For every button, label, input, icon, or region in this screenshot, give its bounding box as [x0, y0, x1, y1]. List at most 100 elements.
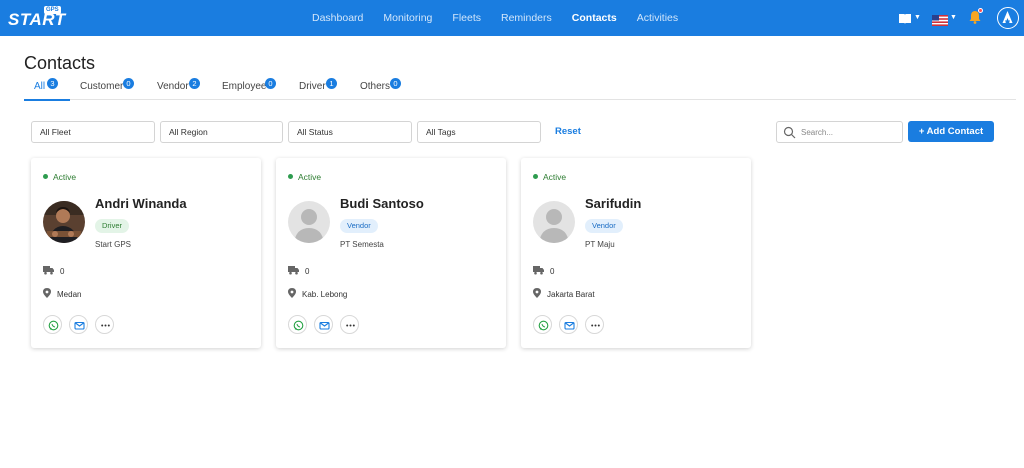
- main-nav: Dashboard Monitoring Fleets Reminders Co…: [312, 0, 698, 36]
- contact-card[interactable]: Active Budi Santoso Vendor PT Semesta 0 …: [276, 158, 506, 348]
- company-name: PT Semesta: [340, 240, 384, 249]
- company-name: PT Maju: [585, 240, 615, 249]
- us-flag-icon: [932, 15, 948, 26]
- tab-customer[interactable]: Customer 0: [80, 78, 134, 92]
- start-gps-logo[interactable]: START GPS: [8, 6, 65, 30]
- logo-badge: GPS: [44, 6, 61, 14]
- more-options-button[interactable]: [95, 315, 114, 334]
- tab-count-badge: 2: [189, 78, 200, 89]
- status-dot: [288, 174, 293, 179]
- user-avatar-icon[interactable]: [997, 7, 1019, 29]
- nav-monitoring[interactable]: Monitoring: [383, 12, 432, 24]
- tab-vendor[interactable]: Vendor 2: [157, 78, 200, 92]
- more-horizontal-icon: [346, 324, 355, 327]
- nav-fleets[interactable]: Fleets: [452, 12, 481, 24]
- vehicle-count-row: 0: [288, 266, 309, 276]
- tab-label: Customer: [80, 81, 124, 92]
- region-filter[interactable]: All Region: [160, 121, 283, 143]
- vehicle-count: 0: [305, 267, 310, 276]
- tab-label: Others: [360, 81, 391, 92]
- email-button[interactable]: [559, 315, 578, 334]
- status-dot: [43, 174, 48, 179]
- whatsapp-icon: [293, 320, 304, 331]
- whatsapp-button[interactable]: [533, 315, 552, 334]
- status-filter[interactable]: All Status: [288, 121, 412, 143]
- active-tab-indicator: [24, 99, 70, 101]
- contact-name: Sarifudin: [585, 196, 642, 211]
- vehicle-count-row: 0: [533, 266, 554, 276]
- contact-card[interactable]: Active Sarifudin Vendor PT Maju 0 Jakart…: [521, 158, 751, 348]
- mail-icon: [564, 321, 575, 330]
- tab-others[interactable]: Others 0: [360, 78, 401, 92]
- search-icon: [783, 126, 796, 139]
- whatsapp-icon: [538, 320, 549, 331]
- tab-count-badge: 3: [47, 78, 58, 89]
- tab-count-badge: 0: [390, 78, 401, 89]
- whatsapp-icon: [48, 320, 59, 331]
- vehicle-count-row: 0: [43, 266, 64, 276]
- location-text: Kab. Lebong: [302, 290, 348, 299]
- truck-icon: [533, 266, 544, 275]
- search-input[interactable]: [801, 125, 899, 139]
- default-avatar-icon: [533, 201, 575, 243]
- nav-activities[interactable]: Activities: [637, 12, 678, 24]
- map-pin-icon: [288, 288, 296, 298]
- email-button[interactable]: [314, 315, 333, 334]
- mail-icon: [319, 321, 330, 330]
- location-row: Medan: [43, 288, 81, 299]
- language-menu[interactable]: ▼: [932, 13, 957, 31]
- contact-tabs: All 3 Customer 0 Vendor 2 Employee 0 Dri…: [24, 78, 1016, 101]
- tab-label: Driver: [299, 81, 326, 92]
- role-badge: Driver: [95, 219, 129, 233]
- status-dot: [533, 174, 538, 179]
- location-text: Jakarta Barat: [547, 290, 595, 299]
- more-options-button[interactable]: [585, 315, 604, 334]
- status-label: Active: [53, 172, 77, 182]
- status-label: Active: [543, 172, 567, 182]
- add-contact-button[interactable]: + Add Contact: [908, 121, 994, 142]
- default-avatar-icon: [288, 201, 330, 243]
- contact-card[interactable]: Active Andri Winanda Driver Start GPS 0 …: [31, 158, 261, 348]
- company-name: Start GPS: [95, 240, 132, 249]
- nav-contacts[interactable]: Contacts: [572, 12, 617, 24]
- top-navbar: START GPS Dashboard Monitoring Fleets Re…: [0, 0, 1024, 36]
- more-options-button[interactable]: [340, 315, 359, 334]
- nav-dashboard[interactable]: Dashboard: [312, 12, 363, 24]
- truck-icon: [288, 266, 299, 275]
- location-text: Medan: [57, 290, 82, 299]
- tags-filter[interactable]: All Tags: [417, 121, 541, 143]
- contact-name: Budi Santoso: [340, 196, 424, 211]
- tab-count-badge: 0: [123, 78, 134, 89]
- email-button[interactable]: [69, 315, 88, 334]
- chevron-down-icon: ▼: [950, 14, 957, 21]
- more-horizontal-icon: [101, 324, 110, 327]
- reset-button[interactable]: Reset: [555, 126, 581, 137]
- nav-reminders[interactable]: Reminders: [501, 12, 552, 24]
- tab-label: Employee: [222, 81, 267, 92]
- notifications-button[interactable]: [969, 8, 983, 29]
- whatsapp-button[interactable]: [288, 315, 307, 334]
- tab-employee[interactable]: Employee 0: [222, 78, 276, 92]
- tab-all[interactable]: All 3: [34, 78, 58, 92]
- book-icon: [899, 14, 911, 24]
- guide-menu[interactable]: ▼: [898, 12, 921, 30]
- role-badge: Vendor: [585, 219, 623, 233]
- fleet-filter[interactable]: All Fleet: [31, 121, 155, 143]
- tab-count-badge: 1: [326, 78, 337, 89]
- page-title: Contacts: [24, 53, 96, 73]
- status-label: Active: [298, 172, 322, 182]
- contact-photo: [43, 201, 85, 243]
- status-indicator: Active: [43, 172, 76, 182]
- status-indicator: Active: [288, 172, 321, 182]
- tab-driver[interactable]: Driver 1: [299, 78, 337, 92]
- chevron-down-icon: ▼: [914, 14, 921, 21]
- vehicle-count: 0: [550, 267, 555, 276]
- tab-count-badge: 0: [265, 78, 276, 89]
- status-indicator: Active: [533, 172, 566, 182]
- whatsapp-button[interactable]: [43, 315, 62, 334]
- contact-name: Andri Winanda: [95, 196, 187, 211]
- vehicle-count: 0: [60, 267, 65, 276]
- role-badge: Vendor: [340, 219, 378, 233]
- map-pin-icon: [533, 288, 541, 298]
- notification-dot: [978, 8, 983, 13]
